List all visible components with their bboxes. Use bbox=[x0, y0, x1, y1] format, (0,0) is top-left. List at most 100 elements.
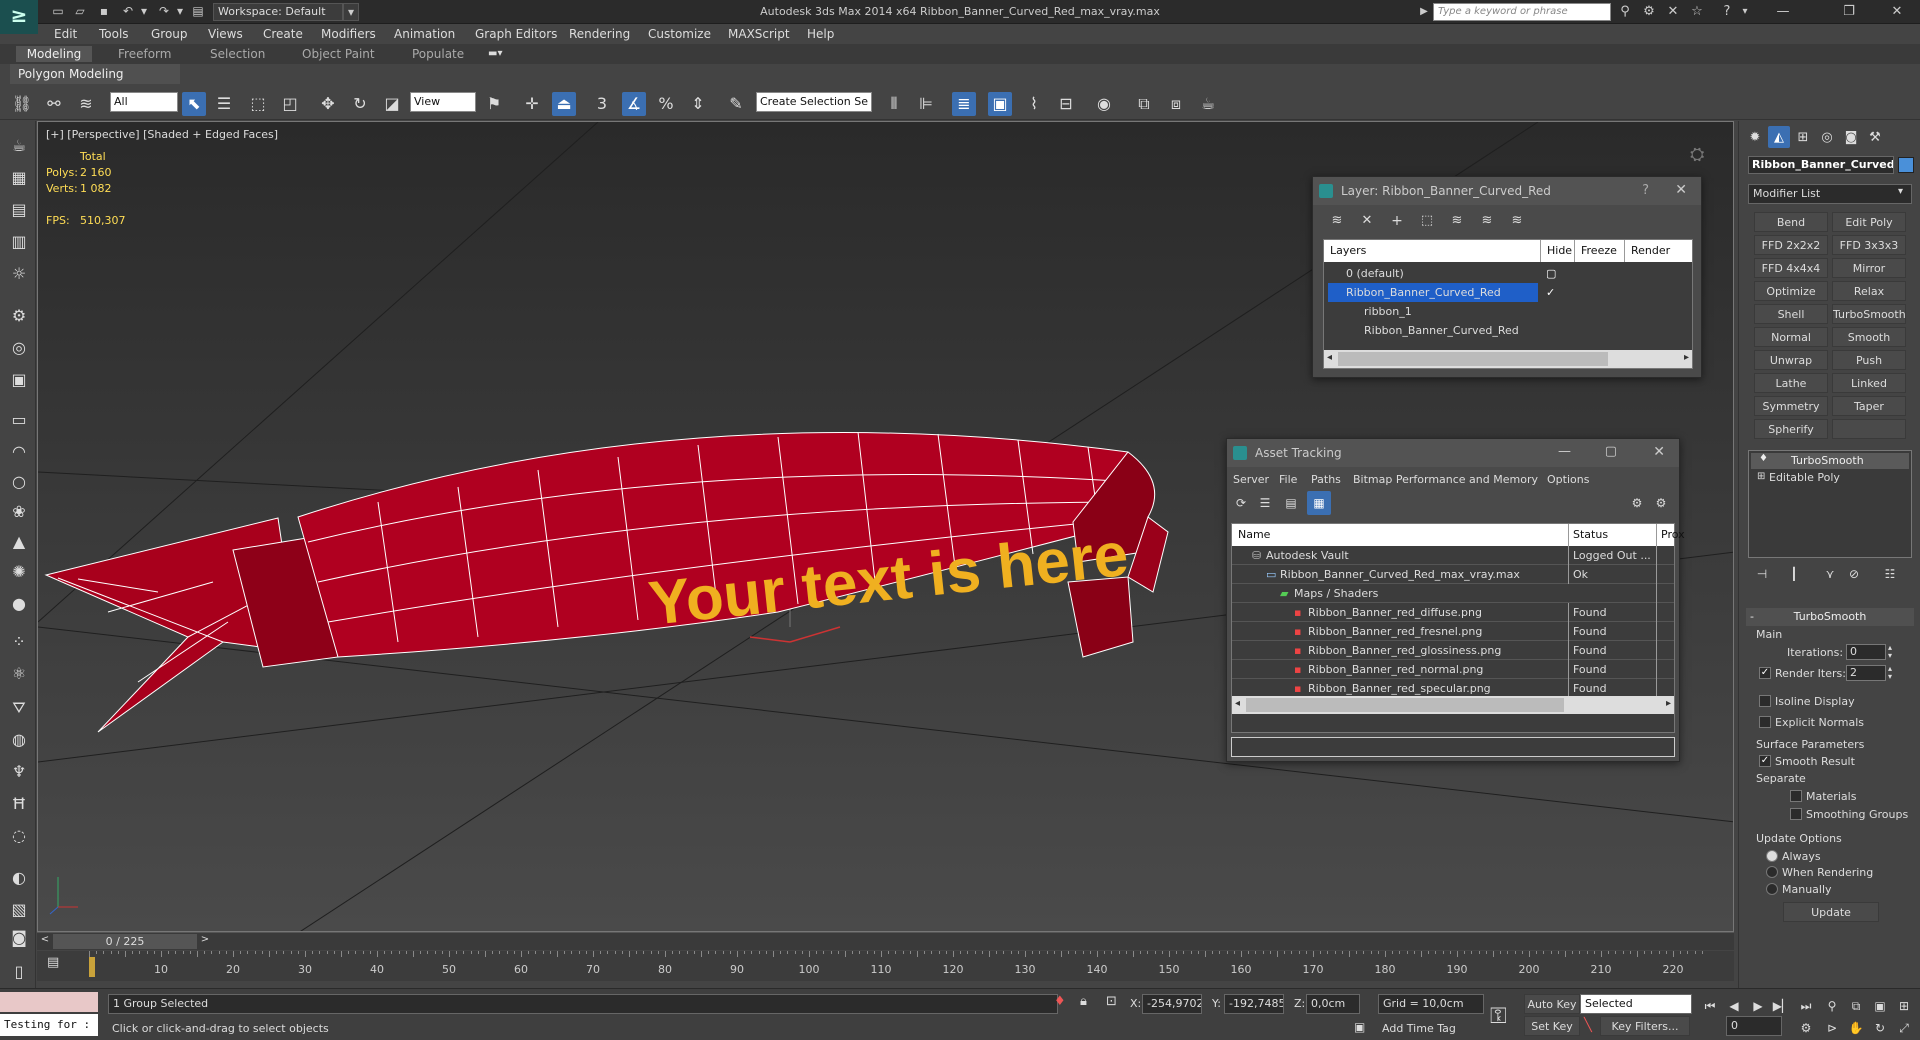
app-logo-icon[interactable]: ≥ bbox=[0, 0, 38, 34]
sun-icon[interactable]: ✺ bbox=[7, 560, 31, 584]
dome-icon[interactable]: ◠ bbox=[7, 440, 31, 464]
z-coordinate-field[interactable]: 0,0cm bbox=[1306, 994, 1360, 1014]
configure-sets-icon[interactable]: ☷ bbox=[1880, 562, 1900, 582]
undo-dropdown-icon[interactable]: ▾ bbox=[136, 3, 152, 19]
object-name-field[interactable]: Ribbon_Banner_Curved_ bbox=[1748, 156, 1894, 174]
polygon-modeling-panel[interactable]: Polygon Modeling bbox=[10, 64, 180, 84]
trackbar[interactable]: ▤ 10 20 30 40 50 60 70 80 90 100 110 120 130 140 150 16… bbox=[37, 951, 1734, 981]
modifier-button[interactable] bbox=[1832, 419, 1906, 439]
make-unique-icon[interactable]: ⋎ bbox=[1820, 562, 1840, 582]
layer-list[interactable]: Layers Hide Freeze Render 0 (default) ▢ … bbox=[1323, 239, 1693, 369]
col-name[interactable]: Name bbox=[1238, 524, 1270, 546]
communication-icon[interactable]: ✕ bbox=[1664, 3, 1682, 21]
cone-icon[interactable]: ▲ bbox=[7, 530, 31, 554]
smooth-result-checkbox[interactable]: ✓ bbox=[1759, 755, 1771, 767]
help-icon[interactable]: ? bbox=[1718, 3, 1736, 21]
scroll-right-icon[interactable]: ▸ bbox=[1666, 698, 1671, 709]
tab-freeform[interactable]: Freeform bbox=[110, 46, 179, 62]
scrollbar-thumb[interactable] bbox=[1338, 352, 1608, 366]
previous-frame-icon[interactable]: ◀ bbox=[1724, 994, 1744, 1014]
refresh-icon[interactable]: ⟳ bbox=[1229, 491, 1253, 515]
curve-editor-icon[interactable]: ⌇ bbox=[1022, 92, 1046, 116]
sphere-icon[interactable]: ○ bbox=[7, 470, 31, 494]
hierarchy-tab-icon[interactable]: ⊞ bbox=[1792, 126, 1814, 148]
record-icon[interactable]: ◎ bbox=[7, 336, 31, 360]
menu-animation[interactable]: Animation bbox=[394, 27, 455, 41]
layer-close-icon[interactable]: ✕ bbox=[1675, 182, 1687, 198]
modifier-button[interactable]: Unwrap UVW bbox=[1754, 350, 1828, 387]
key-icon[interactable]: ⚿ bbox=[1490, 1004, 1507, 1029]
col-render[interactable]: Render bbox=[1624, 240, 1670, 262]
selection-lock-icon[interactable]: 🔒︎ bbox=[1080, 994, 1087, 1009]
link-icon[interactable]: ⛓ bbox=[10, 92, 34, 116]
ribbon-options-icon[interactable]: ▬▾ bbox=[488, 48, 508, 60]
stack-expand-icon[interactable]: ⊞ bbox=[1757, 471, 1765, 482]
go-to-end-icon[interactable]: ⏭ bbox=[1796, 994, 1816, 1014]
always-radio[interactable] bbox=[1766, 850, 1778, 862]
freeze-all-layers-icon[interactable]: ≋ bbox=[1505, 209, 1529, 233]
layer-h-scrollbar[interactable]: ◂ ▸ bbox=[1324, 350, 1692, 368]
x-coordinate-field[interactable]: -254,9702 bbox=[1142, 994, 1202, 1014]
layer-help-icon[interactable]: ? bbox=[1642, 183, 1649, 198]
maxscript-mini-listener[interactable]: Testing for : bbox=[0, 1014, 98, 1036]
scale-icon[interactable]: ◪ bbox=[380, 92, 404, 116]
asset-menu-options[interactable]: Options bbox=[1547, 473, 1589, 486]
modifier-button[interactable]: Push bbox=[1832, 350, 1906, 370]
set-key-icon[interactable]: ╲ bbox=[1584, 1018, 1592, 1033]
zoom-all-icon[interactable]: ⧉ bbox=[1846, 994, 1866, 1014]
asset-menu-bitmap[interactable]: Bitmap Performance and Memory bbox=[1353, 473, 1538, 486]
object-color-swatch[interactable] bbox=[1898, 157, 1914, 173]
menu-edit[interactable]: Edit bbox=[54, 27, 77, 41]
menu-create[interactable]: Create bbox=[263, 27, 303, 41]
modifier-button[interactable]: Lathe bbox=[1754, 373, 1828, 393]
render-setup-icon[interactable]: ⧉ bbox=[1132, 92, 1156, 116]
rotate-icon[interactable]: ↻ bbox=[348, 92, 372, 116]
mirror-icon[interactable]: ⫴ bbox=[882, 92, 906, 116]
restore-icon[interactable]: ❐ bbox=[1826, 0, 1872, 24]
named-selection-dropdown[interactable]: Create Selection Se bbox=[756, 92, 872, 112]
layer-manager-icon[interactable]: ≣ bbox=[952, 92, 976, 116]
menu-views[interactable]: Views bbox=[208, 27, 243, 41]
scroll-left-icon[interactable]: ◂ bbox=[1235, 698, 1240, 709]
rectangular-selection-icon[interactable]: ⬚ bbox=[246, 92, 270, 116]
select-manipulate-icon[interactable]: ✛ bbox=[520, 92, 544, 116]
auto-key-button[interactable]: Auto Key bbox=[1524, 994, 1580, 1014]
col-hide[interactable]: Hide bbox=[1540, 240, 1572, 262]
modifier-button[interactable]: Mirror bbox=[1832, 258, 1906, 278]
scroll-left-icon[interactable]: ◂ bbox=[1327, 352, 1332, 363]
update-button[interactable]: Update bbox=[1783, 902, 1879, 922]
frame-icon[interactable]: ▯ bbox=[7, 960, 31, 984]
highlight-layer-icon[interactable]: ≋ bbox=[1445, 209, 1469, 233]
col-freeze[interactable]: Freeze bbox=[1574, 240, 1617, 262]
modifier-button[interactable]: TurboSmooth bbox=[1832, 304, 1906, 324]
tab-object-paint[interactable]: Object Paint bbox=[294, 46, 383, 62]
render-iters-spinner[interactable]: 2 bbox=[1846, 665, 1886, 681]
workspace-dropdown[interactable]: Workspace: Default bbox=[213, 3, 343, 21]
utilities-tab-icon[interactable]: ⚒ bbox=[1864, 126, 1886, 148]
bind-space-warp-icon[interactable]: ≋ bbox=[74, 92, 98, 116]
stack-item-turbosmooth[interactable]: TurboSmooth bbox=[1751, 453, 1909, 469]
modifier-button[interactable]: Bend bbox=[1754, 212, 1828, 232]
asset-row[interactable]: ▰ Maps / Shaders bbox=[1232, 584, 1674, 603]
modifier-button[interactable]: Symmetry bbox=[1754, 396, 1828, 416]
asset-path-field[interactable] bbox=[1231, 737, 1675, 757]
move-icon[interactable]: ✥ bbox=[316, 92, 340, 116]
layer-row-ribbon-1[interactable]: ribbon_1 bbox=[1324, 302, 1692, 321]
next-frame-icon[interactable]: ▶▏ bbox=[1772, 994, 1792, 1014]
menu-customize[interactable]: Customize bbox=[648, 27, 711, 41]
table-view-icon[interactable]: ▦ bbox=[1307, 491, 1331, 515]
scroll-right-icon[interactable]: ▸ bbox=[1684, 352, 1689, 363]
subscription-icon[interactable]: ⚙ bbox=[1640, 3, 1658, 21]
modifier-button[interactable]: Optimize bbox=[1754, 281, 1828, 301]
modifier-button[interactable]: Spherify bbox=[1754, 419, 1828, 439]
key-mode-dropdown[interactable]: Selected bbox=[1580, 994, 1692, 1014]
modifier-button[interactable]: Normal bbox=[1754, 327, 1828, 347]
col-layers[interactable]: Layers bbox=[1330, 240, 1366, 262]
materials-checkbox[interactable] bbox=[1790, 790, 1802, 802]
spinner-snap-icon[interactable]: ⇕ bbox=[686, 92, 710, 116]
time-prev-icon[interactable]: < bbox=[37, 934, 53, 949]
help-dropdown-icon[interactable]: ▾ bbox=[1736, 3, 1754, 21]
play-icon[interactable]: ▶ bbox=[1748, 994, 1768, 1014]
viewport-icon[interactable]: ▦ bbox=[7, 166, 31, 190]
modifier-button[interactable]: Edit Poly bbox=[1832, 212, 1906, 232]
